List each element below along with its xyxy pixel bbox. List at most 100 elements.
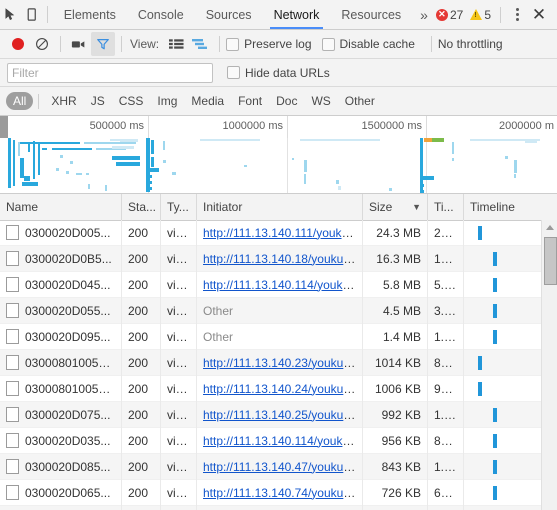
- cell-name: 030008010056...: [0, 349, 122, 376]
- cell-initiator: http://111.13.140.47/youku/6...: [197, 453, 363, 480]
- record-button[interactable]: [6, 32, 30, 56]
- table-row[interactable]: 0300020D005... 200 vid... http://111.13.140…: [0, 220, 557, 246]
- type-filter-css[interactable]: CSS: [112, 92, 151, 110]
- type-filter-img[interactable]: Img: [150, 92, 184, 110]
- cell-type: vid...: [161, 323, 197, 350]
- initiator-link[interactable]: http://111.13.140.23/youku/6...: [203, 356, 362, 370]
- clear-button[interactable]: [30, 32, 54, 56]
- device-toolbar-icon[interactable]: [21, 2, 42, 28]
- cell-time: 83...: [428, 427, 464, 454]
- initiator-link[interactable]: http://111.13.140.74/youku/6...: [203, 486, 362, 500]
- row-checkbox[interactable]: [6, 433, 19, 448]
- close-icon[interactable]: ✕: [526, 4, 552, 26]
- table-row[interactable]: 0300020D065...200vid...http://111.13.140…: [0, 505, 557, 510]
- tab-elements[interactable]: Elements: [53, 1, 127, 29]
- table-row[interactable]: 0300020D035... 200 vid... http://111.13.140…: [0, 427, 557, 454]
- column-header-initiator[interactable]: Initiator: [197, 194, 363, 220]
- funnel-filter-icon: [97, 39, 109, 50]
- initiator-link[interactable]: http://111.13.140.25/youku/6...: [203, 408, 362, 422]
- filter-input[interactable]: [7, 62, 213, 83]
- tab-sources[interactable]: Sources: [195, 1, 263, 29]
- type-filter-js[interactable]: JS: [84, 92, 112, 110]
- vertical-scrollbar[interactable]: [541, 220, 557, 510]
- tab-resources[interactable]: Resources: [330, 1, 412, 29]
- scroll-up-arrow-icon[interactable]: [542, 220, 557, 235]
- cell-time: 1.3...: [428, 323, 464, 350]
- cell-time: 17....: [428, 245, 464, 272]
- initiator-text: Other: [203, 329, 234, 344]
- initiator-link[interactable]: http://111.13.140.47/youku/6...: [203, 460, 362, 474]
- initiator-link[interactable]: http://111.13.140.111/youku/...: [203, 226, 362, 240]
- preserve-log-checkbox[interactable]: Preserve log: [226, 37, 312, 51]
- column-header-type[interactable]: Ty...: [161, 194, 197, 220]
- cell-name: 0300020D065...: [0, 505, 122, 510]
- initiator-link[interactable]: http://111.13.140.24/youku/6...: [203, 382, 362, 396]
- warning-count-badge[interactable]: 5: [470, 8, 491, 22]
- row-checkbox[interactable]: [6, 459, 19, 474]
- table-row[interactable]: 0300020D095... 200 vid... Other 1.4 MB 1.3...: [0, 323, 557, 350]
- table-row[interactable]: 0300020D065...200vid...http://111.13.140…: [0, 479, 557, 506]
- overview-left-handle[interactable]: [0, 116, 8, 138]
- hide-data-urls-checkbox[interactable]: Hide data URLs: [227, 66, 330, 80]
- row-checkbox[interactable]: [6, 303, 19, 318]
- request-name: 0300020D095...: [25, 329, 111, 344]
- filter-toggle-button[interactable]: [91, 32, 115, 56]
- kebab-menu-icon[interactable]: [508, 4, 526, 26]
- clear-icon: [36, 38, 48, 50]
- table-row[interactable]: 0300020D0B5... 200 vid... http://111.13.140…: [0, 245, 557, 272]
- cell-size: 513 KB: [363, 505, 428, 510]
- cell-time: 45...: [428, 505, 464, 510]
- column-header-status[interactable]: Sta...: [122, 194, 161, 220]
- cell-type: vid...: [161, 297, 197, 324]
- type-filter-doc[interactable]: Doc: [269, 92, 304, 110]
- network-overview[interactable]: 500000 ms 1000000 ms 1500000 ms 2000000 …: [0, 116, 557, 194]
- more-tabs-icon[interactable]: »: [412, 1, 436, 29]
- table-row[interactable]: 0300020D055... 200 vid... Other 4.5 MB 3.9...: [0, 297, 557, 324]
- devtools-tabbar: Elements Console Sources Network Resourc…: [0, 0, 557, 30]
- scrollbar-thumb[interactable]: [544, 237, 557, 285]
- cell-type: vid...: [161, 220, 197, 246]
- initiator-link[interactable]: http://111.13.140.18/youku/6...: [203, 252, 362, 266]
- column-header-name[interactable]: Name: [0, 194, 122, 220]
- capture-screenshots-button[interactable]: [67, 32, 91, 56]
- cell-time: 5.6...: [428, 271, 464, 298]
- table-row[interactable]: 0300020D075... 200 vid... http://111.13.140…: [0, 401, 557, 428]
- tab-network[interactable]: Network: [263, 1, 331, 29]
- toolbar-divider-4: [430, 36, 432, 52]
- type-filter-other[interactable]: Other: [338, 92, 382, 110]
- initiator-link[interactable]: http://111.13.140.114/youku/...: [203, 278, 362, 292]
- table-row[interactable]: 0300020D045... 200 vid... http://111.13.140…: [0, 271, 557, 298]
- row-checkbox[interactable]: [6, 355, 19, 370]
- column-header-time[interactable]: Ti...: [428, 194, 464, 220]
- disable-cache-checkbox[interactable]: Disable cache: [321, 37, 415, 51]
- cell-name: 0300020D045...: [0, 271, 122, 298]
- row-checkbox[interactable]: [6, 277, 19, 292]
- tab-console[interactable]: Console: [127, 1, 195, 29]
- type-filter-ws[interactable]: WS: [304, 92, 337, 110]
- type-filter-media[interactable]: Media: [184, 92, 231, 110]
- row-checkbox[interactable]: [6, 251, 19, 266]
- cell-time: 3.9...: [428, 297, 464, 324]
- column-header-size[interactable]: Size ▼: [363, 194, 428, 220]
- list-view-button[interactable]: [165, 33, 187, 55]
- row-checkbox[interactable]: [6, 381, 19, 396]
- error-count-badge[interactable]: ✕ 27: [435, 8, 463, 22]
- table-row[interactable]: 030008010056... 200 vid... http://111.13.14…: [0, 375, 557, 402]
- waterfall-view-button[interactable]: [189, 33, 211, 55]
- type-filter-all[interactable]: All: [6, 92, 34, 110]
- type-filter-xhr[interactable]: XHR: [44, 92, 83, 110]
- inspect-cursor-icon[interactable]: [0, 2, 21, 28]
- type-filter-divider: [38, 93, 40, 109]
- initiator-link[interactable]: http://111.13.140.114/youku/...: [203, 434, 362, 448]
- type-filter-font[interactable]: Font: [231, 92, 269, 110]
- row-checkbox[interactable]: [6, 225, 19, 240]
- table-row[interactable]: 0300020D085... 200 vid... http://111.13.140…: [0, 453, 557, 480]
- cell-name: 0300020D0B5...: [0, 245, 122, 272]
- row-checkbox[interactable]: [6, 329, 19, 344]
- cell-name: 0300020D075...: [0, 401, 122, 428]
- row-checkbox[interactable]: [6, 485, 19, 500]
- table-row[interactable]: 030008010056... 200 vid... http://111.13.14…: [0, 349, 557, 376]
- column-header-timeline[interactable]: Timeline: [464, 194, 557, 220]
- throttling-selector[interactable]: No throttling: [438, 37, 503, 51]
- row-checkbox[interactable]: [6, 407, 19, 422]
